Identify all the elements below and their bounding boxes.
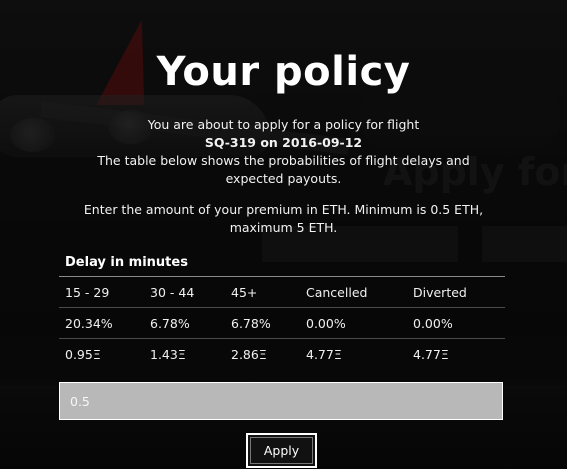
probability-cell: 6.78% — [144, 307, 225, 339]
intro-text: You are about to apply for a policy for … — [147, 117, 420, 132]
header-cell: 30 - 44 — [144, 277, 225, 308]
probability-cell: 0.00% — [407, 307, 505, 339]
modal-title: Your policy — [156, 49, 411, 95]
table-caption: Delay in minutes — [59, 252, 505, 277]
header-cell: Diverted — [407, 277, 505, 308]
header-cell: 15 - 29 — [59, 277, 144, 308]
header-cell: Cancelled — [300, 277, 407, 308]
delay-table-grid: 15 - 29 30 - 44 45+ Cancelled Diverted 2… — [59, 277, 505, 369]
probability-cell: 0.00% — [300, 307, 407, 339]
probability-row: 20.34% 6.78% 6.78% 0.00% 0.00% — [59, 307, 505, 339]
apply-button[interactable]: Apply — [246, 433, 317, 468]
payout-cell: 4.77Ξ — [306, 346, 342, 362]
policy-intro: You are about to apply for a policy for … — [80, 116, 487, 188]
table-header-row: 15 - 29 30 - 44 45+ Cancelled Diverted — [59, 277, 505, 308]
page-root: Apply for Your policy You are about to a… — [0, 0, 567, 469]
payout-row: 0.95Ξ 1.43Ξ 2.86Ξ 4.77Ξ 4.77Ξ — [59, 339, 505, 370]
table-description: The table below shows the probabilities … — [97, 153, 470, 186]
payout-cell: 2.86Ξ — [231, 346, 267, 362]
probability-cell: 6.78% — [225, 307, 300, 339]
payout-cell: 4.77Ξ — [413, 346, 449, 362]
header-cell: 45+ — [225, 277, 300, 308]
probability-cell: 20.34% — [59, 307, 144, 339]
policy-modal: Your policy You are about to apply for a… — [0, 0, 567, 469]
flight-identifier: SQ-319 on 2016-09-12 — [204, 135, 363, 150]
payout-cell: 0.95Ξ — [65, 346, 101, 362]
premium-instructions: Enter the amount of your premium in ETH.… — [83, 202, 484, 235]
payout-cell: 1.43Ξ — [150, 346, 186, 362]
premium-amount-input[interactable] — [59, 382, 503, 420]
delay-probability-table: Delay in minutes 15 - 29 30 - 44 45+ Can… — [59, 252, 505, 369]
